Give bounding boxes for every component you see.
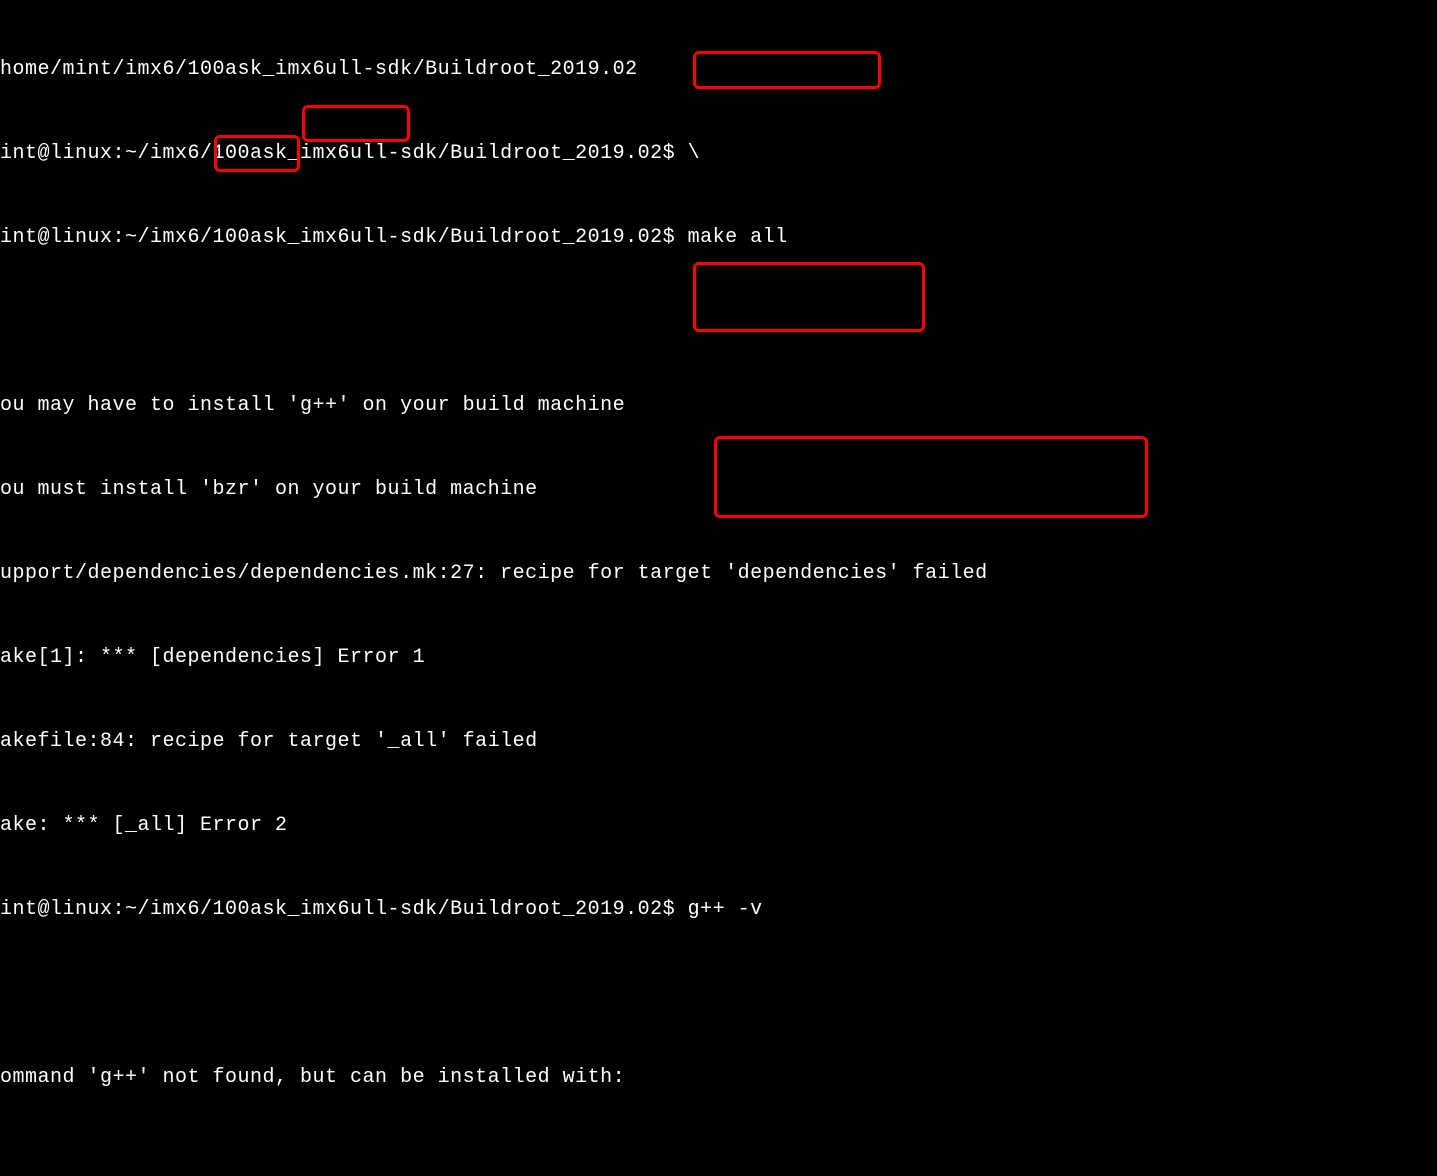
terminal-line: int@linux:~/imx6/100ask_imx6ull-sdk/Buil… xyxy=(0,140,1437,168)
terminal-line: ake[1]: *** [dependencies] Error 1 xyxy=(0,644,1437,672)
terminal-line xyxy=(0,1148,1437,1176)
terminal-line: int@linux:~/imx6/100ask_imx6ull-sdk/Buil… xyxy=(0,224,1437,252)
terminal-line: ake: *** [_all] Error 2 xyxy=(0,812,1437,840)
terminal-line: akefile:84: recipe for target '_all' fai… xyxy=(0,728,1437,756)
terminal-line: ou must install 'bzr' on your build mach… xyxy=(0,476,1437,504)
terminal-line xyxy=(0,308,1437,336)
terminal-line: home/mint/imx6/100ask_imx6ull-sdk/Buildr… xyxy=(0,56,1437,84)
terminal-line: upport/dependencies/dependencies.mk:27: … xyxy=(0,560,1437,588)
terminal-line xyxy=(0,980,1437,1008)
terminal-output[interactable]: home/mint/imx6/100ask_imx6ull-sdk/Buildr… xyxy=(0,0,1437,1176)
terminal-line: int@linux:~/imx6/100ask_imx6ull-sdk/Buil… xyxy=(0,896,1437,924)
terminal-line: ou may have to install 'g++' on your bui… xyxy=(0,392,1437,420)
terminal-line: ommand 'g++' not found, but can be insta… xyxy=(0,1064,1437,1092)
